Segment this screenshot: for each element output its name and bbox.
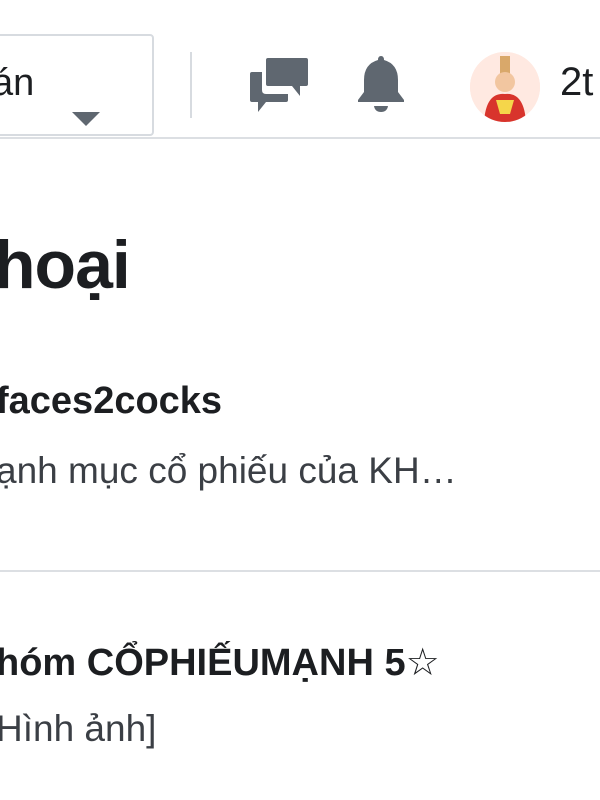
avatar-image: [470, 52, 540, 122]
top-navigation-bar: án 2t: [0, 0, 600, 139]
list-divider: [0, 570, 600, 572]
avatar[interactable]: [470, 52, 540, 122]
chat-button[interactable]: [248, 50, 310, 114]
user-menu-label[interactable]: 2t: [560, 60, 593, 105]
conversation-title[interactable]: hóm CỔPHIẾUMẠNH 5☆: [0, 640, 440, 685]
conversation-snippet: ạnh mục cổ phiếu của KH…: [0, 450, 457, 491]
chat-icon: [250, 58, 308, 112]
menu-dropdown-label: án: [0, 62, 35, 104]
conversation-snippet: Hình ảnh]: [0, 708, 157, 749]
chevron-down-icon: [72, 112, 100, 126]
page-title: hoại: [0, 226, 131, 303]
menu-dropdown[interactable]: án: [0, 34, 154, 136]
conversation-title[interactable]: faces2cocks: [0, 380, 222, 423]
conversation-list-item[interactable]: faces2cocks ạnh mục cổ phiếu của KH…: [0, 376, 600, 526]
bell-icon: [358, 56, 404, 112]
notifications-button[interactable]: [350, 50, 412, 114]
header-divider: [190, 52, 192, 118]
conversation-list-item[interactable]: hóm CỔPHIẾUMẠNH 5☆ Hình ảnh]: [0, 636, 600, 776]
